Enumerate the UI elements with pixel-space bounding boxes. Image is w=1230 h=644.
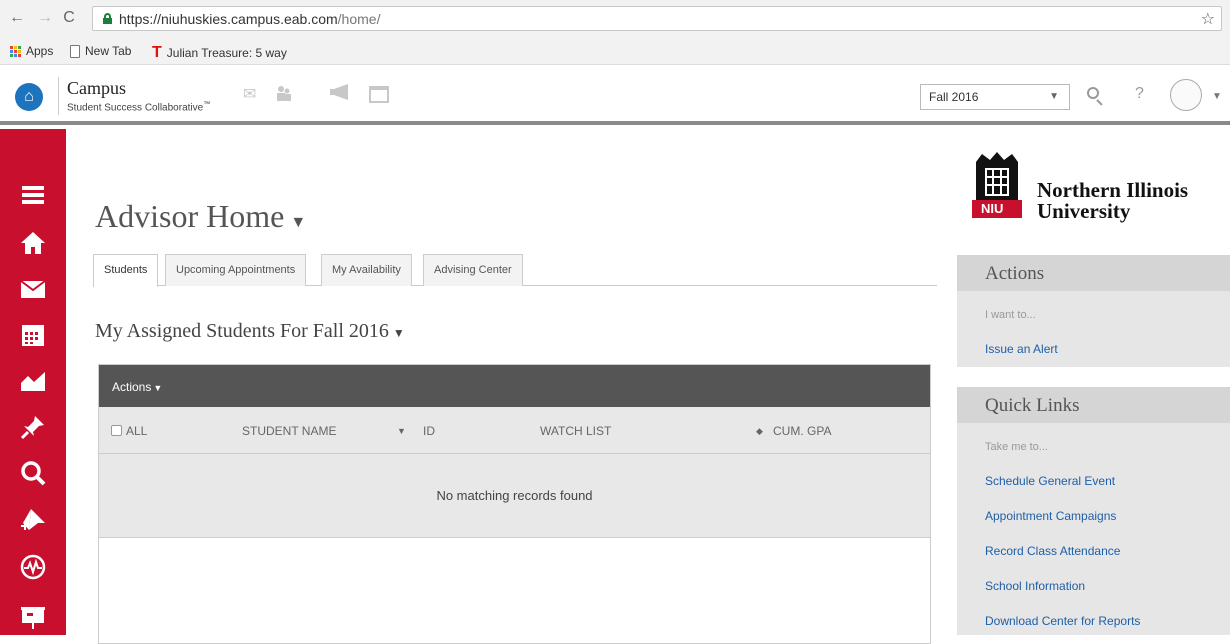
avatar[interactable] [1170, 79, 1202, 111]
sidebar [0, 129, 66, 635]
bookmark-julian-treasure[interactable]: T Julian Treasure: 5 way [152, 44, 287, 62]
bookmark-apps[interactable]: Apps [10, 44, 53, 58]
quick-link-school-information[interactable]: School Information [957, 579, 1230, 593]
calendar-icon[interactable] [0, 315, 66, 355]
search-icon[interactable] [1085, 85, 1107, 107]
quick-links-subtitle: Take me to... [985, 441, 1048, 453]
actions-panel-title: Actions [957, 255, 1230, 291]
bookmark-new-tab[interactable]: New Tab [70, 44, 131, 58]
column-cum-gpa[interactable]: CUM. GPA [773, 424, 831, 438]
ted-icon: T [152, 44, 162, 61]
quick-links-title: Quick Links [957, 387, 1230, 423]
calendar-icon[interactable] [369, 86, 389, 103]
lock-icon [103, 13, 112, 24]
quick-link-record-class-attendance[interactable]: Record Class Attendance [957, 544, 1230, 558]
back-icon[interactable]: ← [8, 9, 26, 27]
university-name: Northern Illinois University [1037, 178, 1189, 223]
add-pin-icon[interactable] [0, 499, 66, 539]
pin-icon[interactable] [0, 407, 66, 447]
brand-title: Campus [67, 78, 127, 98]
logo-divider [58, 77, 59, 115]
page-icon [70, 44, 80, 58]
caret-down-icon[interactable]: ▼ [290, 214, 306, 231]
actions-dropdown[interactable]: Actions ▼ [112, 380, 162, 394]
select-all-checkbox[interactable]: ALL [111, 424, 147, 438]
address-bar[interactable]: https://niuhuskies.campus.eab.com/home/ … [92, 6, 1222, 31]
apps-grid-icon [10, 45, 21, 57]
quick-link-download-center[interactable]: Download Center for Reports [957, 614, 1230, 628]
browser-toolbar: ← → C https://niuhuskies.campus.eab.com/… [0, 0, 1230, 37]
students-table: Actions ▼ ALL STUDENT NAME ▼ ID WATCH LIS… [98, 364, 931, 644]
search-icon[interactable] [0, 453, 66, 493]
table-toolbar: Actions ▼ [99, 365, 930, 407]
mail-icon[interactable] [0, 269, 66, 309]
campus-logo-icon[interactable]: ⌂ [15, 83, 43, 111]
column-id[interactable]: ID [423, 424, 435, 438]
caret-down-icon: ▼ [153, 383, 163, 393]
reload-icon[interactable]: C [60, 9, 78, 27]
table-header: ALL STUDENT NAME ▼ ID WATCH LIST ◆ CUM. … [99, 407, 930, 454]
tab-students[interactable]: Students [93, 254, 159, 287]
url-text: https://niuhuskies.campus.eab.com/home/ [119, 11, 381, 27]
page-title[interactable]: Advisor Home ▼ [95, 198, 306, 235]
app-header: ⌂ Campus Student Success Collaborative™ … [0, 65, 1230, 125]
term-select[interactable]: Fall 2016 ▼ [920, 84, 1070, 110]
checkbox-icon[interactable] [111, 425, 122, 436]
table-row: No matching records found [99, 454, 930, 538]
pulse-icon[interactable] [0, 547, 66, 587]
sort-desc-icon[interactable]: ▼ [397, 426, 406, 436]
tab-my-availability[interactable]: My Availability [321, 254, 412, 286]
help-icon[interactable]: ? [1135, 85, 1144, 103]
tab-upcoming-appointments[interactable]: Upcoming Appointments [165, 254, 307, 286]
tab-bar: Students Upcoming Appointments My Availa… [93, 254, 937, 287]
brand-subtitle: Student Success Collaborative™ [67, 101, 211, 114]
tab-advising-center[interactable]: Advising Center [423, 254, 523, 286]
niu-seal-logo: NIU [968, 150, 1026, 220]
actions-panel-subtitle: I want to... [985, 309, 1036, 321]
presentation-icon[interactable] [0, 597, 66, 637]
mail-icon[interactable]: ✉ [243, 84, 256, 104]
menu-icon[interactable] [0, 175, 66, 215]
column-watch-list[interactable]: WATCH LIST [540, 424, 611, 438]
quick-link-appointment-campaigns[interactable]: Appointment Campaigns [957, 509, 1230, 523]
bookmarks-bar: Apps New Tab T Julian Treasure: 5 way [0, 37, 1230, 65]
chart-icon[interactable] [0, 361, 66, 401]
sort-both-icon[interactable]: ◆ [756, 426, 763, 437]
quick-link-schedule-general-event[interactable]: Schedule General Event [957, 474, 1230, 488]
chevron-down-icon: ▼ [1049, 91, 1059, 102]
section-title[interactable]: My Assigned Students For Fall 2016 ▼ [95, 320, 405, 343]
column-student-name[interactable]: STUDENT NAME [242, 424, 336, 438]
actions-panel: Actions I want to... Issue an Alert [957, 255, 1230, 367]
avatar-chevron-icon[interactable]: ▼ [1212, 91, 1222, 102]
table-body [99, 538, 930, 643]
caret-down-icon[interactable]: ▼ [393, 326, 405, 340]
issue-alert-link[interactable]: Issue an Alert [957, 342, 1230, 356]
bookmark-star-icon[interactable]: ☆ [1201, 9, 1215, 29]
megaphone-icon[interactable] [330, 84, 352, 105]
quick-links-panel: Quick Links Take me to... Schedule Gener… [957, 387, 1230, 635]
empty-message: No matching records found [436, 488, 593, 503]
people-icon[interactable] [275, 84, 293, 107]
forward-icon[interactable]: → [36, 9, 54, 27]
home-icon[interactable] [0, 223, 66, 263]
